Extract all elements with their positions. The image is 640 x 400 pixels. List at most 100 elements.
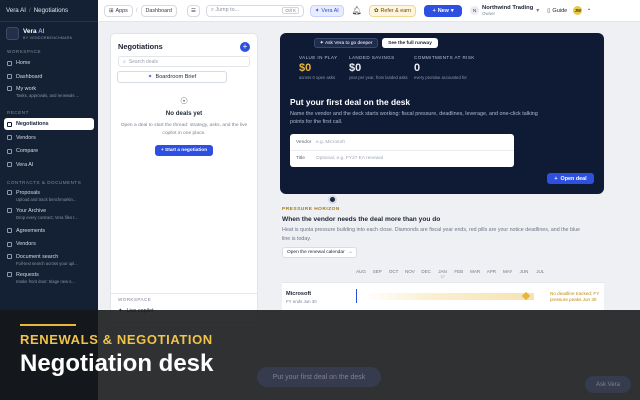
timeline-month-label: AUG: [356, 269, 366, 274]
user-avatar[interactable]: JW: [573, 6, 583, 15]
stat-value-in-play: VALUE IN PLAY $0 across 0 open asks: [299, 55, 337, 80]
brand-logo-icon: [6, 27, 19, 40]
plus-icon: +: [554, 175, 558, 182]
org-role: Owner: [482, 11, 495, 16]
breadcrumb-root[interactable]: Vera AI: [6, 7, 26, 14]
vera-ai-button[interactable]: ✦ Vera AI: [309, 4, 344, 17]
sidebar-item-dashboard[interactable]: Dashboard: [4, 71, 94, 83]
sidebar-item-archive[interactable]: Your Archive Drop every contract; Vera fi…: [4, 206, 94, 223]
refer-label: Refer & earn: [380, 7, 412, 14]
menu-button[interactable]: ☰: [186, 4, 200, 17]
stat-sub: across 0 open asks: [299, 75, 336, 80]
sidebar-item-proposals[interactable]: Proposals Upload and track benchmarkin...: [4, 188, 94, 205]
org-avatar: N: [470, 6, 480, 15]
hero-description: Name the vendor and the deck starts work…: [290, 111, 538, 125]
horizon-heading: When the vendor needs the deal more than…: [282, 216, 441, 223]
stat-sub: every promise accounted for: [414, 75, 467, 80]
vendor-field[interactable]: Vendor e.g. Microsoft: [290, 134, 514, 150]
timeline-month-label: DEC: [421, 269, 431, 274]
timeline-month-label: NOV: [405, 269, 415, 274]
search-icon: ⌕: [210, 7, 214, 13]
floating-ask-vera-button[interactable]: Ask Vera: [585, 376, 631, 393]
archive-icon: [7, 208, 12, 213]
timeline-month-label: MAR: [470, 269, 481, 274]
book-icon: ▯: [547, 7, 551, 14]
horizon-kicker: PRESSURE HORIZON: [282, 207, 340, 212]
org-switcher[interactable]: N Northwind Trading Owner ▾: [470, 5, 539, 16]
building-icon: [7, 241, 12, 247]
sidebar-item-label: Agreements: [16, 227, 46, 234]
deadline-warning: No deadline tracked; FY pressure peaks Ju…: [550, 291, 599, 303]
sidebar-item-agreements[interactable]: Agreements: [4, 225, 94, 237]
search-input[interactable]: ⌕ Jump to... Ctrl K: [205, 4, 304, 17]
horizon-description: Heat is quota pressure building into eac…: [282, 227, 580, 242]
sidebar-item-compare[interactable]: Compare: [4, 145, 94, 157]
title-field-label: Title: [296, 156, 305, 161]
start-negotiation-button[interactable]: + Start a negotiation: [155, 144, 213, 156]
sidebar-item-label: Vendors: [16, 241, 36, 247]
refer-button[interactable]: ✿ Refer & earn: [368, 4, 417, 17]
sidebar-item-label: Negotiations: [16, 121, 49, 127]
timeline-row[interactable]: Microsoft FY ends Jun 30 No deadline tra…: [282, 282, 604, 312]
renewal-calendar-button[interactable]: Open the renewal calendar →: [282, 247, 358, 258]
sidebar-item-vera-ai[interactable]: Vera AI: [4, 159, 94, 171]
scroll-handle[interactable]: [328, 195, 337, 204]
brand-name: Vera AI: [23, 27, 45, 35]
search-shortcut: Ctrl K: [282, 7, 299, 14]
sidebar-item-label: Your Archive: [16, 208, 47, 214]
bell-icon[interactable]: 🔔︎: [352, 6, 362, 15]
sidebar-item-vendors-docs[interactable]: Vendors: [4, 238, 94, 250]
floating-deal-button[interactable]: Put your first deal on the desk: [257, 367, 381, 387]
sidebar-item-document-search[interactable]: Document search Full-text search across y…: [4, 252, 94, 269]
timeline-month-label: OCT: [388, 269, 399, 274]
deal-search-input[interactable]: ⌕ Search deals: [118, 56, 250, 67]
checklist-icon: [7, 86, 12, 91]
today-line: [356, 289, 357, 303]
new-button[interactable]: + New ▾: [424, 4, 463, 17]
title-field-placeholder: Optional, e.g. FY27 EA renewal: [316, 156, 383, 161]
dashboard-button[interactable]: Dashboard: [140, 4, 177, 17]
gift-icon: ✿: [373, 7, 379, 14]
breadcrumb: Vera AI / Negotiations: [0, 0, 98, 22]
open-deal-button[interactable]: + Open deal: [547, 173, 594, 184]
grid-icon: ⊞: [109, 7, 114, 14]
sparkle-icon: ✦: [319, 40, 324, 46]
sidebar-section-contracts: CONTRACTS & DOCUMENTS: [7, 179, 82, 185]
search-placeholder: Jump to...: [215, 7, 240, 13]
title-field[interactable]: Title Optional, e.g. FY27 EA renewal: [290, 150, 514, 166]
sidebar-item-label: My work: [16, 86, 37, 92]
overlay-title: Negotiation desk: [20, 350, 214, 377]
ask-vera-button[interactable]: ✦ Ask Vera to go deeper: [314, 38, 378, 48]
sidebar-item-label: Compare: [16, 148, 39, 154]
boardroom-brief-button[interactable]: ✦ Boardroom Brief: [117, 71, 227, 83]
sidebar-item-label: Document search: [16, 253, 59, 260]
timeline-month-label: FEB: [454, 269, 464, 274]
stat-label: COMMITMENTS AT RISK: [414, 55, 475, 60]
guide-button[interactable]: ▯ Guide: [547, 8, 567, 14]
sidebar-section-recent: RECENT: [7, 110, 29, 115]
sidebar-item-home[interactable]: Home: [4, 57, 94, 69]
sidebar-item-sublabel: Drop every contract; Vera files t...: [16, 215, 78, 220]
brand[interactable]: Vera AI BY VENDORBENCHMARK: [4, 27, 94, 40]
sidebar-item-my-work[interactable]: My work Tasks, approvals, and renewals ..…: [4, 84, 94, 101]
sidebar-item-vendors[interactable]: Vendors: [4, 132, 94, 144]
timeline-month-label: MAY: [502, 269, 513, 274]
new-label: New: [437, 7, 449, 14]
building-icon: [7, 135, 12, 140]
arrow-right-icon: →: [347, 250, 353, 255]
apps-button[interactable]: ⊞ Apps: [104, 4, 133, 17]
timeline-vendor-sub: FY ends Jun 30: [286, 299, 317, 304]
sidebar-item-negotiations[interactable]: Negotiations: [4, 118, 94, 130]
document-icon: [7, 189, 12, 195]
hero-card: ✦ Ask Vera to go deeper See the full run…: [280, 33, 604, 194]
add-negotiation-button[interactable]: +: [240, 42, 250, 52]
chevron-down-icon: ▾: [450, 7, 454, 14]
open-deal-label: Open deal: [560, 175, 587, 182]
see-runway-button[interactable]: See the full runway: [382, 38, 438, 48]
timeline-months: AUG SEP OCT NOV DEC JAN '27 FEB MAR APR MAY JUN JUL: [349, 269, 544, 279]
app-root: Vera AI / Negotiations Vera AI BY VENDOR…: [0, 0, 640, 400]
sidebar-item-requests[interactable]: Requests Intake front door: triage new s.…: [4, 270, 94, 287]
vendor-field-placeholder: e.g. Microsoft: [316, 139, 345, 145]
theme-toggle-icon[interactable]: ◔: [586, 7, 590, 14]
topbar-separator: /: [135, 7, 138, 14]
